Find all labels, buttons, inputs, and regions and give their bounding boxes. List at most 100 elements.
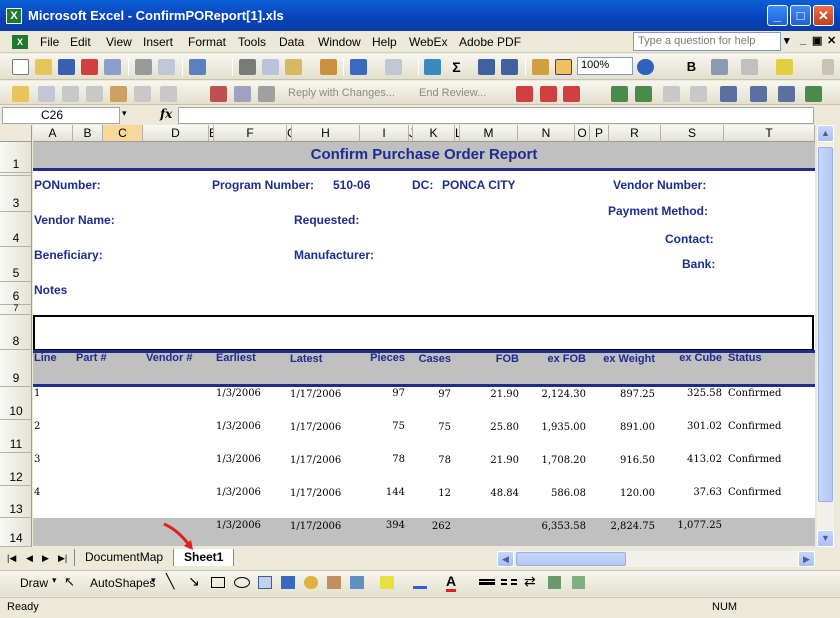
menu-format[interactable]: Format	[188, 35, 226, 49]
toolbar-options-icon[interactable]	[822, 59, 834, 75]
column-header-d[interactable]: D	[143, 125, 209, 142]
drawing-toggle-icon[interactable]	[555, 59, 572, 75]
row-header[interactable]: 1	[0, 142, 32, 173]
menu-tools[interactable]: Tools	[238, 35, 266, 49]
fill-color-icon[interactable]	[776, 59, 793, 75]
show-comment-icon[interactable]	[110, 86, 127, 102]
folder-icon[interactable]	[12, 86, 29, 102]
menu-window[interactable]: Window	[318, 35, 361, 49]
name-box-dropdown-icon[interactable]: ▾	[122, 109, 127, 119]
close-workbook-button[interactable]: ✕	[827, 34, 836, 47]
column-header-h[interactable]: H	[292, 125, 360, 142]
row-header[interactable]: 7	[0, 303, 32, 315]
column-header-a[interactable]: A	[33, 125, 73, 142]
format-painter-icon[interactable]	[320, 59, 337, 75]
insert-picture-icon[interactable]	[350, 576, 364, 589]
oval-icon[interactable]	[234, 577, 250, 588]
cut-icon[interactable]	[239, 59, 256, 75]
help-dropdown-icon[interactable]: ▾	[784, 34, 790, 47]
fill-color-draw-icon[interactable]	[380, 576, 394, 589]
send-to-icon[interactable]	[258, 86, 275, 102]
workbook-icon[interactable]: X	[12, 35, 28, 49]
3d-style-icon[interactable]	[572, 576, 585, 589]
column-header-r[interactable]: R	[609, 125, 661, 142]
watch-window-icon[interactable]	[750, 86, 767, 102]
maximize-button[interactable]: □	[790, 5, 811, 26]
more-arrow-icon[interactable]	[805, 86, 822, 102]
menu-adobe-pdf[interactable]: Adobe PDF	[459, 35, 521, 49]
help-search-input[interactable]: Type a question for help	[633, 32, 781, 51]
row-header[interactable]: 3	[0, 176, 32, 212]
circle-invalid-icon[interactable]	[720, 86, 737, 102]
column-header-n[interactable]: N	[518, 125, 575, 142]
first-sheet-icon[interactable]: |◀	[7, 553, 16, 564]
formula-input[interactable]	[178, 107, 814, 124]
nav-back-icon[interactable]	[635, 86, 652, 102]
scroll-up-button[interactable]: ▲	[817, 125, 834, 142]
trace-error-icon[interactable]	[690, 86, 707, 102]
maximize-workbook-icon[interactable]: ▣	[812, 34, 822, 47]
comment-icon[interactable]	[38, 86, 55, 102]
arrow-icon[interactable]: ↘	[188, 574, 200, 590]
shadow-style-icon[interactable]	[548, 576, 561, 589]
row-header[interactable]: 8	[0, 315, 32, 350]
sort-descending-icon[interactable]	[501, 59, 518, 75]
menu-edit[interactable]: Edit	[70, 35, 91, 49]
show-all-comments-icon[interactable]	[134, 86, 151, 102]
menu-webex[interactable]: WebEx	[409, 35, 447, 49]
horizontal-scrollbar[interactable]: ◀ ▶	[497, 551, 815, 567]
borders-icon[interactable]	[741, 59, 758, 75]
pdf-email-icon[interactable]	[540, 86, 557, 102]
column-header-f[interactable]: F	[214, 125, 287, 142]
menu-file[interactable]: File	[40, 35, 59, 49]
row-header[interactable]: 5	[0, 247, 32, 282]
end-review-button[interactable]: End Review...	[419, 87, 486, 99]
vertical-scroll-thumb[interactable]	[818, 147, 833, 502]
evaluate-formula-icon[interactable]	[778, 86, 795, 102]
email-icon[interactable]	[104, 59, 121, 75]
row-header[interactable]: 10	[0, 387, 32, 420]
excel-app-icon[interactable]: X	[6, 8, 22, 24]
print-icon[interactable]	[135, 59, 152, 75]
name-box[interactable]: C26	[2, 107, 120, 124]
line-color-icon[interactable]	[413, 576, 427, 589]
column-header-p[interactable]: P	[590, 125, 609, 142]
pdf-review-icon[interactable]	[563, 86, 580, 102]
prev-sheet-icon[interactable]: ◀	[26, 553, 33, 564]
help-icon[interactable]	[637, 59, 654, 75]
delete-comment-icon[interactable]	[160, 86, 177, 102]
update-file-icon[interactable]	[234, 86, 251, 102]
next-sheet-icon[interactable]: ▶	[42, 553, 49, 564]
vertical-scrollbar[interactable]: ▲ ▼	[817, 125, 834, 547]
wordart-icon[interactable]	[281, 576, 295, 589]
row-header[interactable]: 6	[0, 282, 32, 305]
menu-help[interactable]: Help	[372, 35, 397, 49]
autosum-icon[interactable]: Σ	[448, 59, 465, 75]
diagram-icon[interactable]	[304, 576, 318, 589]
text-box-icon[interactable]	[258, 576, 272, 589]
draw-dropdown-icon[interactable]: ▾	[52, 576, 57, 586]
spelling-icon[interactable]	[189, 59, 206, 75]
permission-icon[interactable]	[81, 59, 98, 75]
autoshapes-menu[interactable]: AutoShapes	[90, 576, 155, 590]
last-sheet-icon[interactable]: ▶|	[58, 553, 67, 564]
open-icon[interactable]	[35, 59, 52, 75]
row-header[interactable]: 11	[0, 420, 32, 453]
dash-style-icon[interactable]	[501, 579, 517, 585]
scroll-down-button[interactable]: ▼	[817, 530, 834, 547]
select-objects-icon[interactable]: ↖	[64, 575, 75, 590]
copy-icon[interactable]	[262, 59, 279, 75]
column-header-b[interactable]: B	[73, 125, 103, 142]
undo-icon[interactable]	[350, 59, 367, 75]
row-header[interactable]: 12	[0, 453, 32, 486]
previous-comment-icon[interactable]	[62, 86, 79, 102]
insert-function-icon[interactable]: fx	[160, 107, 172, 121]
row-header[interactable]: 4	[0, 212, 32, 247]
track-changes-icon[interactable]	[210, 86, 227, 102]
scroll-left-button[interactable]: ◀	[497, 551, 514, 567]
new-icon[interactable]	[12, 59, 29, 75]
zoom-select[interactable]: 100%	[577, 57, 633, 75]
row-header[interactable]: 13	[0, 486, 32, 518]
column-header-t[interactable]: T	[724, 125, 815, 142]
line-icon[interactable]: ╲	[166, 574, 174, 590]
